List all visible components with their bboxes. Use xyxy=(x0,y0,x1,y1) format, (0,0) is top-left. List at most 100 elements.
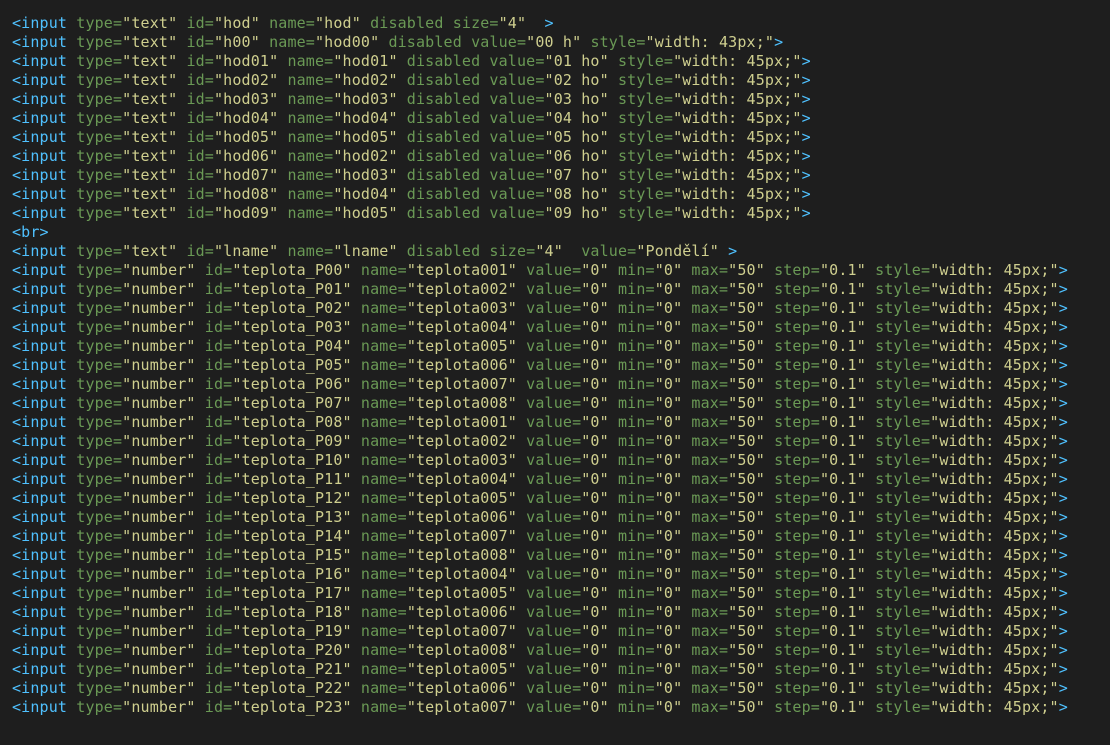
attr-token: min= xyxy=(608,603,655,621)
attr-token: type= xyxy=(76,508,123,526)
attr-token: min= xyxy=(608,660,655,678)
attr-token: min= xyxy=(608,584,655,602)
value-token: "teplota005" xyxy=(406,489,517,507)
attr-token: min= xyxy=(608,356,655,374)
tag-token: > xyxy=(1058,413,1068,431)
code-editor[interactable]: <input type="text" id="hod" name="hod" d… xyxy=(0,0,1110,745)
tag-token: > xyxy=(728,242,738,260)
code-line: <input type="number" id="teplota_P03" na… xyxy=(0,318,1110,337)
attr-token: style= xyxy=(865,603,931,621)
tag-token: <input xyxy=(12,622,77,640)
attr-token: step= xyxy=(764,603,820,621)
value-token: "teplota004" xyxy=(406,318,517,336)
tag-token: > xyxy=(1058,527,1068,545)
attr-token: min= xyxy=(608,375,655,393)
attr-token: value= xyxy=(516,299,582,317)
tag-token: <input xyxy=(12,299,77,317)
attr-token: min= xyxy=(608,261,655,279)
code-line: <input type="number" id="teplota_P16" na… xyxy=(0,565,1110,584)
attr-token: value= xyxy=(516,546,582,564)
attr-token: id= xyxy=(195,394,233,412)
value-token: "0" xyxy=(581,660,609,678)
value-token: "h00" xyxy=(214,33,260,51)
value-token: "hod05" xyxy=(333,204,398,222)
attr-token: style= xyxy=(608,90,674,108)
value-token: "width: 45px;" xyxy=(673,147,802,165)
attr-token: id= xyxy=(195,432,233,450)
tag-token: <input xyxy=(12,128,77,146)
value-token: "teplota_P01" xyxy=(232,280,352,298)
value-token: "50" xyxy=(728,660,765,678)
attr-token: step= xyxy=(764,375,820,393)
value-token: "teplota_P02" xyxy=(232,299,352,317)
value-token: "teplota_P23" xyxy=(232,698,352,716)
value-token: "hod04" xyxy=(333,109,398,127)
value-token: "0" xyxy=(654,527,683,545)
value-token: "text" xyxy=(122,128,178,146)
attr-token: type= xyxy=(76,14,123,32)
value-token: "hod" xyxy=(315,14,361,32)
attr-token: max= xyxy=(682,299,729,317)
attr-token: value= xyxy=(516,508,582,526)
value-token: "number" xyxy=(122,470,196,488)
value-token: "width: 45px;" xyxy=(930,489,1059,507)
value-token: "text" xyxy=(122,33,178,51)
value-token: "hod02" xyxy=(214,71,279,89)
code-line: <input type="text" id="hod07" name="hod0… xyxy=(0,166,1110,185)
attr-token: type= xyxy=(76,280,123,298)
value-token: "0.1" xyxy=(819,451,866,469)
value-token: "number" xyxy=(122,527,196,545)
value-token: "50" xyxy=(728,603,765,621)
value-token: "teplota003" xyxy=(406,299,517,317)
value-token: "hod01" xyxy=(214,52,279,70)
tag-token: > xyxy=(1058,546,1068,564)
attr-token: name= xyxy=(278,109,334,127)
attr-token: id= xyxy=(177,242,214,260)
code-line: <input type="number" id="teplota_P01" na… xyxy=(0,280,1110,299)
attr-token: min= xyxy=(608,546,655,564)
attr-token: max= xyxy=(682,641,729,659)
attr-token: step= xyxy=(764,679,820,697)
value-token: "0" xyxy=(581,622,609,640)
attr-token: style= xyxy=(865,280,931,298)
value-token: "text" xyxy=(122,90,178,108)
value-token: "teplota_P22" xyxy=(232,679,352,697)
tag-token: > xyxy=(801,109,811,127)
value-token: "teplota_P03" xyxy=(232,318,352,336)
value-token: "teplota_P08" xyxy=(232,413,352,431)
tag-token: > xyxy=(801,185,811,203)
tag-token: <input xyxy=(12,185,77,203)
tag-token: > xyxy=(1058,622,1068,640)
attr-token: type= xyxy=(76,204,123,222)
attr-token: type= xyxy=(76,261,123,279)
attr-token: name= xyxy=(278,90,334,108)
attr-token: value= xyxy=(516,698,582,716)
value-token: "0" xyxy=(654,299,683,317)
value-token: "01 ho" xyxy=(544,52,609,70)
tag-token: > xyxy=(1058,603,1068,621)
attr-token: id= xyxy=(177,14,214,32)
tag-token: > xyxy=(1058,451,1068,469)
attr-token: name= xyxy=(278,52,334,70)
code-line: <input type="number" id="teplota_P09" na… xyxy=(0,432,1110,451)
attr-token: style= xyxy=(608,204,674,222)
tag-token: > xyxy=(801,147,811,165)
attr-token: type= xyxy=(76,546,123,564)
value-token: "width: 45px;" xyxy=(930,679,1059,697)
value-token: "hod" xyxy=(214,14,260,32)
attr-token: step= xyxy=(764,508,820,526)
attr-token: max= xyxy=(682,660,729,678)
attr-token: value= xyxy=(516,261,582,279)
attr-token: max= xyxy=(682,489,729,507)
attr-token: step= xyxy=(764,337,820,355)
attr-token: name= xyxy=(351,432,407,450)
attr-token: name= xyxy=(351,508,407,526)
attr-token: value= xyxy=(516,337,582,355)
attr-token: name= xyxy=(351,261,407,279)
value-token: "number" xyxy=(122,508,196,526)
value-token: "07 ho" xyxy=(544,166,609,184)
value-token: "02 ho" xyxy=(544,71,609,89)
code-line: <input type="number" id="teplota_P22" na… xyxy=(0,679,1110,698)
attr-token: name= xyxy=(351,698,407,716)
value-token: "hod04" xyxy=(333,185,398,203)
